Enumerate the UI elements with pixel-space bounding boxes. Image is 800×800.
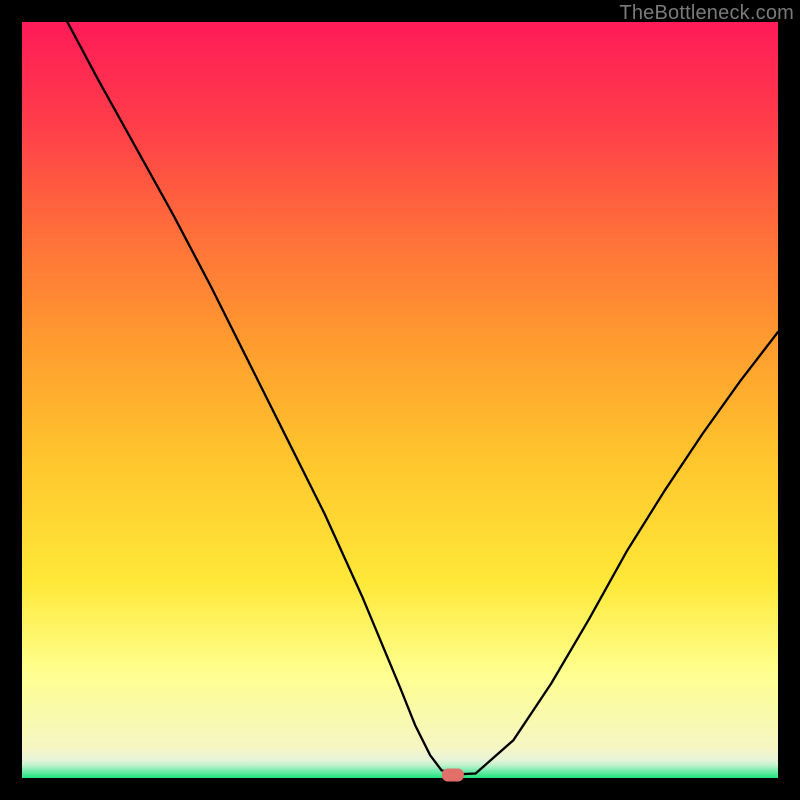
curve-svg [22,22,778,778]
chart-frame: TheBottleneck.com [0,0,800,800]
optimum-marker [442,769,464,782]
plot-area [22,22,778,778]
bottleneck-curve [67,22,778,774]
